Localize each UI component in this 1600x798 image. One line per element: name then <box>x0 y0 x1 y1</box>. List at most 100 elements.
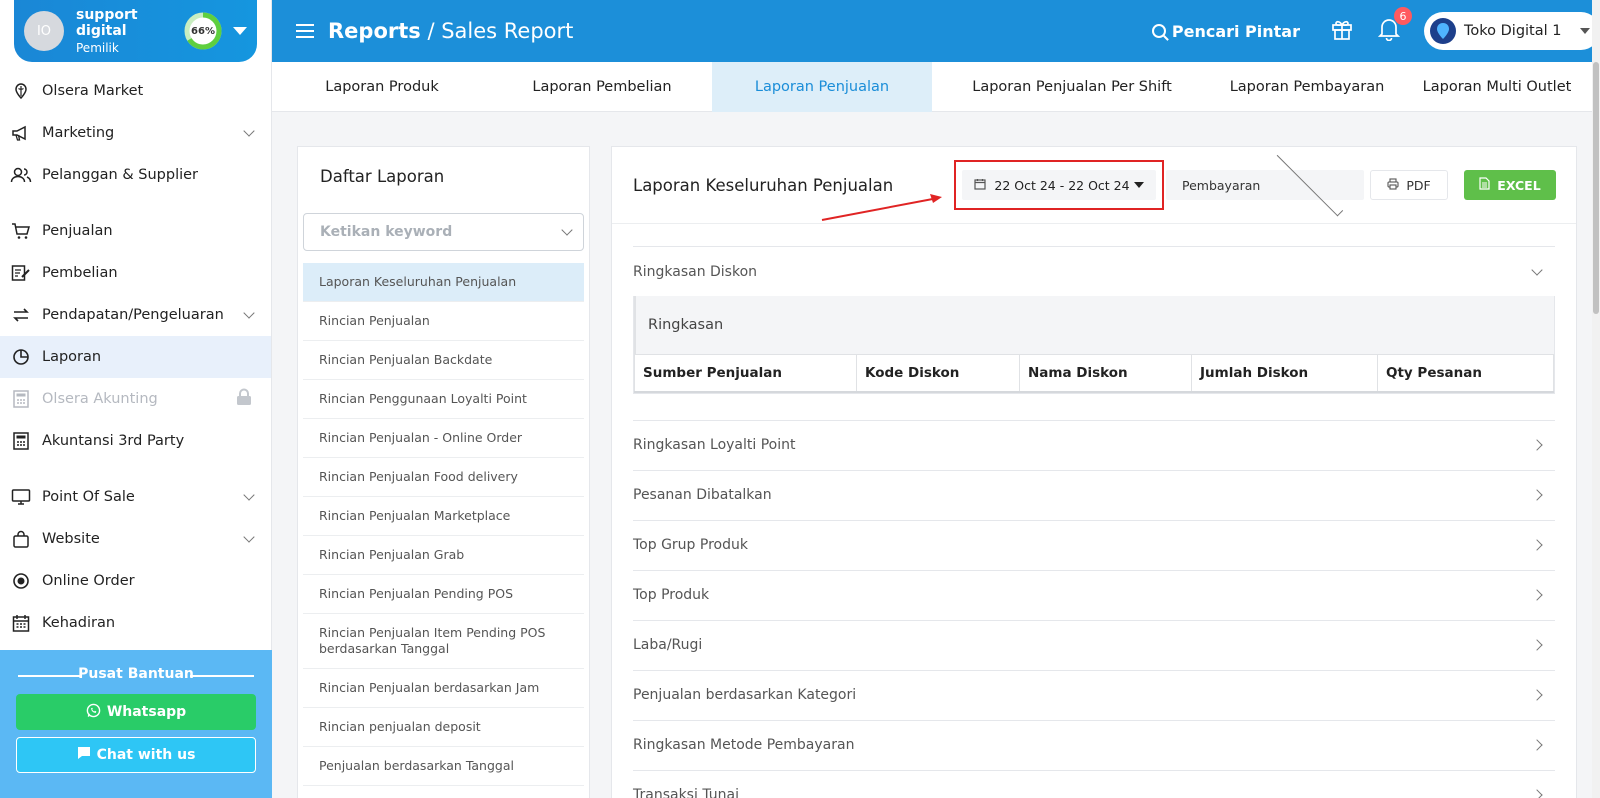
section-penjualan-kategori[interactable]: Penjualan berdasarkan Kategori <box>633 669 1555 720</box>
tab-laporan-penjualan-per-shift[interactable]: Laporan Penjualan Per Shift <box>932 62 1212 112</box>
tab-laporan-pembelian[interactable]: Laporan Pembelian <box>492 62 712 112</box>
column-header: Qty Pesanan <box>1377 354 1554 393</box>
list-item[interactable]: Rincian Penggunaan Loyalti Point <box>303 380 584 419</box>
list-item[interactable]: Rincian Penjualan berdasarkan Jam <box>303 669 584 708</box>
sidebar-item-online-order[interactable]: Online Order <box>0 560 271 602</box>
lock-icon <box>235 388 253 410</box>
calendar-icon <box>974 178 986 193</box>
list-item[interactable]: Rincian Penjualan - Online Order <box>303 419 584 458</box>
keyword-input[interactable] <box>320 224 563 240</box>
breadcrumb-main[interactable]: Reports <box>328 19 421 43</box>
chevron-right-icon <box>1531 689 1543 701</box>
section-transaksi-tunai[interactable]: Transaksi Tunai <box>633 769 1555 798</box>
list-item[interactable]: Rincian Penjualan Grab <box>303 536 584 575</box>
list-item[interactable]: Laporan Keseluruhan Penjualan <box>303 263 584 302</box>
sidebar-item-point-of-sale[interactable]: Point Of Sale <box>0 476 271 518</box>
section-ringkasan-diskon[interactable]: Ringkasan Diskon <box>633 246 1555 296</box>
section-top-produk[interactable]: Top Produk <box>633 569 1555 620</box>
gift-icon[interactable] <box>1330 17 1354 45</box>
progress-label: 66% <box>191 25 215 37</box>
list-item[interactable]: Rincian Penjualan Item Pending POS berda… <box>303 614 584 669</box>
sidebar-item-akuntansi-3rd-party[interactable]: Akuntansi 3rd Party <box>0 420 271 462</box>
pdf-label: PDF <box>1406 177 1431 193</box>
outlet-name: Toko Digital 1 <box>1464 23 1562 39</box>
section-label: Pesanan Dibatalkan <box>633 487 772 503</box>
profile-role: Pemilik <box>76 41 119 55</box>
sidebar-item-pelanggan-supplier[interactable]: Pelanggan & Supplier <box>0 154 271 196</box>
list-item[interactable]: Rincian Penjualan Pending POS <box>303 575 584 614</box>
profile-card[interactable]: IO support digital Pemilik 66% <box>14 0 257 62</box>
tab-laporan-multi-outlet[interactable]: Laporan Multi Outlet <box>1402 62 1592 112</box>
sidebar-item-olsera-market[interactable]: Olsera Market <box>0 70 271 112</box>
report-list-panel: Daftar Laporan Laporan Keseluruhan Penju… <box>297 146 590 798</box>
list-item[interactable]: Rincian penjualan deposit <box>303 708 584 747</box>
chevron-down-icon <box>243 531 255 543</box>
section-top-grup-produk[interactable]: Top Grup Produk <box>633 519 1555 570</box>
profile-dropdown-icon[interactable] <box>233 27 247 35</box>
section-label: Ringkasan Diskon <box>633 263 758 280</box>
breadcrumb-current: Sales Report <box>441 19 574 43</box>
scrollbar-thumb[interactable] <box>1593 62 1599 314</box>
sidebar-item-kehadiran[interactable]: Kehadiran <box>0 602 271 644</box>
column-header: Sumber Penjualan <box>634 354 857 393</box>
section-laba-rugi[interactable]: Laba/Rugi <box>633 619 1555 670</box>
date-range-highlight: 22 Oct 24 - 22 Oct 24 <box>954 160 1164 210</box>
tab-laporan-pembayaran[interactable]: Laporan Pembayaran <box>1212 62 1402 112</box>
chevron-right-icon <box>1531 439 1543 451</box>
tab-laporan-produk[interactable]: Laporan Produk <box>272 62 492 112</box>
sidebar-item-label: Laporan <box>42 349 102 365</box>
sidebar-item-laporan[interactable]: Laporan <box>0 336 271 378</box>
avatar: IO <box>24 11 64 51</box>
list-item[interactable]: Rincian Penjualan Marketplace <box>303 497 584 536</box>
keyword-search[interactable] <box>303 213 584 251</box>
pie-chart-icon <box>10 346 32 368</box>
tab-laporan-penjualan[interactable]: Laporan Penjualan <box>712 62 932 112</box>
notification-bell-icon[interactable]: 6 <box>1377 7 1412 45</box>
sidebar-item-website[interactable]: Website <box>0 518 271 560</box>
bag-icon <box>10 528 32 550</box>
pdf-button[interactable]: PDF <box>1370 170 1448 200</box>
sidebar-item-penjualan[interactable]: Penjualan <box>0 210 271 252</box>
list-item[interactable]: Rincian Penjualan <box>303 302 584 341</box>
section-label: Ringkasan Loyalti Point <box>633 437 796 453</box>
list-item[interactable]: Item Penjualan berdasarkan Tanggal <box>303 786 584 798</box>
section-ringkasan-metode-pembayaran[interactable]: Ringkasan Metode Pembayaran <box>633 719 1555 770</box>
excel-label: EXCEL <box>1497 177 1541 193</box>
column-header: Nama Diskon <box>1019 354 1192 393</box>
section-ringkasan-loyalti-point[interactable]: Ringkasan Loyalti Point <box>633 419 1555 470</box>
sidebar-item-pendapatan-pengeluaran[interactable]: Pendapatan/Pengeluaran <box>0 294 271 336</box>
payment-filter-select[interactable]: Pembayaran <box>1166 149 1364 217</box>
list-item[interactable]: Rincian Penjualan Food delivery <box>303 458 584 497</box>
page-scrollbar[interactable] <box>1592 0 1600 798</box>
cart-icon <box>10 220 32 242</box>
profile-name: support digital <box>76 7 138 39</box>
chevron-right-icon <box>1531 539 1543 551</box>
report-content: Ringkasan Diskon Ringkasan Sumber Penjua… <box>612 246 1576 798</box>
menu-icon[interactable] <box>296 24 314 38</box>
sidebar-item-olsera-akunting[interactable]: Olsera Akunting <box>0 378 271 420</box>
excel-button[interactable]: EXCEL <box>1464 170 1556 200</box>
smart-search-button[interactable]: Pencari Pintar <box>1151 22 1300 41</box>
section-pesanan-dibatalkan[interactable]: Pesanan Dibatalkan <box>633 469 1555 520</box>
section-label: Top Grup Produk <box>633 537 748 553</box>
sidebar-item-pembelian[interactable]: Pembelian <box>0 252 271 294</box>
calculator-icon <box>10 430 32 452</box>
chevron-down-icon <box>243 489 255 501</box>
section-label: Laba/Rugi <box>633 637 703 653</box>
chevron-right-icon <box>1531 589 1543 601</box>
date-range-picker[interactable]: 22 Oct 24 - 22 Oct 24 <box>962 170 1156 200</box>
date-range-value: 22 Oct 24 - 22 Oct 24 <box>994 177 1130 193</box>
shop-pin-icon <box>10 80 32 102</box>
column-header: Jumlah Diskon <box>1191 354 1378 393</box>
breadcrumb: Reports / Sales Report <box>328 19 573 43</box>
chat-button[interactable]: Chat with us <box>16 737 256 773</box>
sidebar-item-marketing[interactable]: Marketing <box>0 112 271 154</box>
list-item[interactable]: Penjualan berdasarkan Tanggal <box>303 747 584 786</box>
sidebar-item-label: Akuntansi 3rd Party <box>42 433 185 449</box>
report-controls: 22 Oct 24 - 22 Oct 24 Pembayaran PDF EXC… <box>954 149 1556 217</box>
outlet-logo-icon <box>1430 18 1456 44</box>
list-item[interactable]: Rincian Penjualan Backdate <box>303 341 584 380</box>
outlet-selector[interactable]: Toko Digital 1 <box>1424 12 1600 50</box>
whatsapp-button[interactable]: Whatsapp <box>16 694 256 730</box>
whatsapp-label: Whatsapp <box>106 704 187 720</box>
